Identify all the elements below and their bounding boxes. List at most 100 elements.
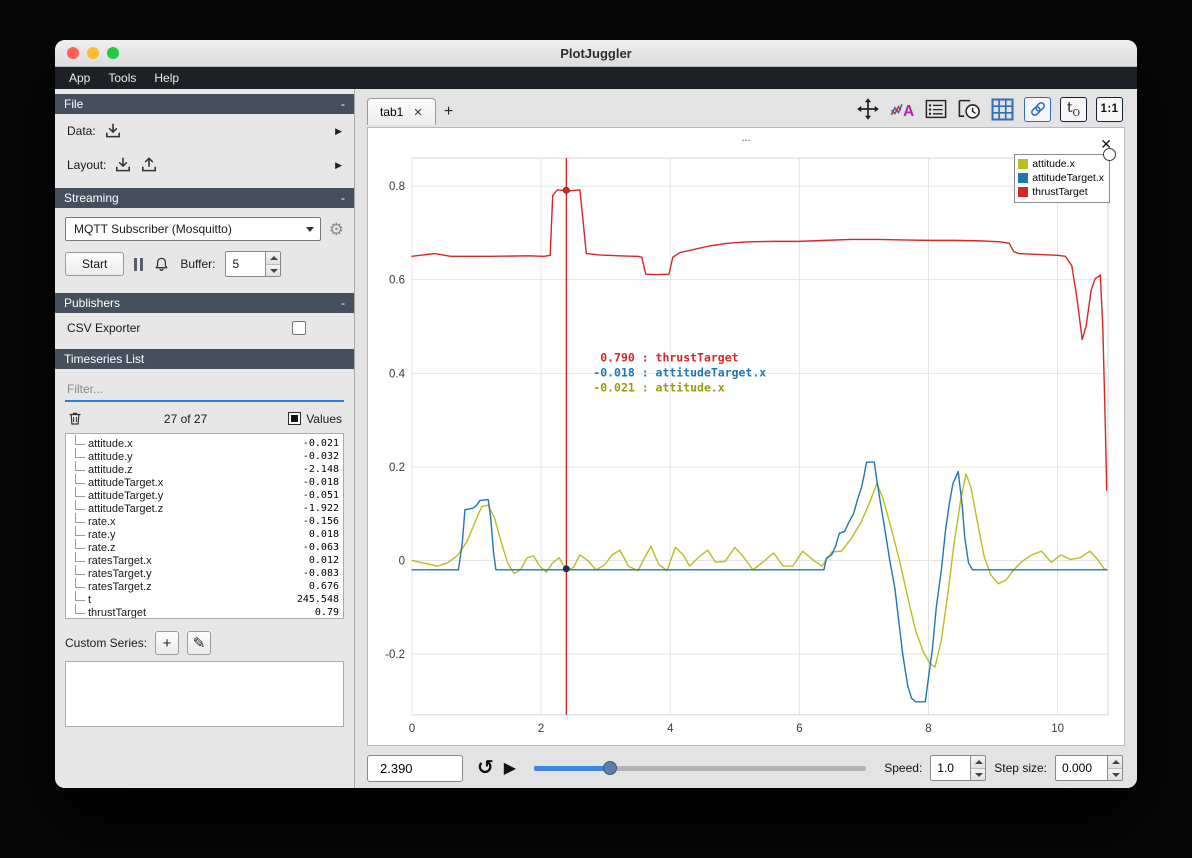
timeseries-item[interactable]: t 245.548 (70, 591, 339, 606)
menu-app[interactable]: App (61, 69, 98, 87)
time-tracker-icon[interactable] (957, 97, 981, 121)
timeseries-item[interactable]: rate.x -0.156 (70, 513, 339, 528)
collapse-icon[interactable]: - (341, 191, 345, 205)
timeseries-item[interactable]: ratesTarget.x 0.012 (70, 552, 339, 567)
legend-swatch (1018, 159, 1029, 169)
svg-text:0.2: 0.2 (389, 462, 405, 474)
timeseries-section-title: Timeseries List (64, 352, 145, 366)
menu-tools[interactable]: Tools (100, 69, 144, 87)
custom-series-list[interactable] (65, 661, 344, 727)
layout-expand-chevron[interactable]: ▶ (335, 160, 342, 171)
timeseries-toolbar: 27 of 27 Values (55, 402, 354, 433)
tab-tab1[interactable]: tab1 ✕ (367, 98, 436, 125)
svg-text:-0.021 : attitude.x: -0.021 : attitude.x (593, 381, 724, 395)
streaming-source-select[interactable]: MQTT Subscriber (Mosquitto) (65, 217, 321, 241)
layout-row: Layout: ▶ (55, 148, 354, 182)
legend-entry[interactable]: attitudeTarget.x (1018, 171, 1104, 185)
streaming-section-header[interactable]: Streaming - (55, 188, 354, 208)
timeseries-item[interactable]: rate.y 0.018 (70, 526, 339, 541)
maximize-window-button[interactable] (107, 47, 119, 59)
loop-icon[interactable]: ↺ (477, 758, 494, 778)
plot-close-icon[interactable]: ✕ (1100, 136, 1112, 153)
buffer-spinner[interactable]: 5 (225, 251, 282, 277)
file-section-header[interactable]: File - (55, 94, 354, 114)
speed-value[interactable]: 1.0 (930, 755, 971, 781)
buffer-value[interactable]: 5 (225, 251, 266, 277)
plot-chart[interactable]: 0 2 4 6 8 10 -0.2 0 0.2 0.4 0.6 0.8 0.790 : thrustT… (368, 146, 1124, 745)
values-toggle[interactable]: Values (288, 412, 342, 426)
timeseries-item[interactable]: attitudeTarget.y -0.051 (70, 487, 339, 502)
gear-icon[interactable]: ⚙ (329, 221, 344, 238)
bell-icon[interactable] (153, 256, 170, 273)
minimize-window-button[interactable] (87, 47, 99, 59)
add-tab-button[interactable]: + (436, 103, 462, 125)
timeseries-item[interactable]: attitudeTarget.z -1.922 (70, 500, 339, 515)
time-slider[interactable] (534, 760, 867, 776)
svg-text:4: 4 (667, 723, 674, 735)
plot-title: ... (741, 132, 751, 144)
timeseries-item[interactable]: attitude.x -0.021 (70, 435, 339, 450)
start-button[interactable]: Start (65, 252, 125, 276)
streaming-section-title: Streaming (64, 191, 119, 205)
save-layout-icon[interactable] (140, 156, 158, 174)
timeseries-section-header[interactable]: Timeseries List (55, 349, 354, 369)
time-offset-button[interactable]: tO (1060, 96, 1087, 122)
publishers-section-title: Publishers (64, 296, 121, 310)
link-axes-icon[interactable] (1024, 96, 1051, 122)
collapse-icon[interactable]: - (341, 97, 345, 111)
csv-exporter-label: CSV Exporter (67, 321, 141, 335)
svg-text:0: 0 (409, 723, 415, 735)
close-window-button[interactable] (67, 47, 79, 59)
edit-custom-series-button[interactable]: ✎ (187, 631, 212, 655)
sidebar: File - Data: ▶ Layout: ▶ Streaming - MQT… (55, 89, 355, 788)
values-checkbox[interactable] (288, 412, 302, 425)
publishers-section-header[interactable]: Publishers - (55, 293, 354, 313)
svg-text:8: 8 (925, 723, 931, 735)
plot-panel[interactable]: ... ✕ attitude.x attitudeTarget.x thrust… (367, 127, 1125, 746)
tab-close-icon[interactable]: ✕ (413, 106, 422, 119)
collapse-icon[interactable]: - (341, 296, 345, 310)
step-size-label: Step size: (994, 761, 1047, 775)
step-size-spinner[interactable]: 0.000 (1055, 755, 1123, 781)
csv-exporter-checkbox[interactable] (292, 321, 306, 335)
timeseries-item[interactable]: ratesTarget.y -0.083 (70, 565, 339, 580)
timeseries-item[interactable]: thrustTarget 0.79 (70, 604, 339, 618)
timeseries-item[interactable]: attitudeTarget.x -0.018 (70, 474, 339, 489)
streaming-source-value: MQTT Subscriber (Mosquitto) (74, 222, 232, 236)
filter-input[interactable] (65, 378, 344, 402)
grid-view-icon[interactable] (990, 97, 1015, 122)
transport-bar: 2.390 ↺ ▶ Speed: 1.0 Step size: 0.000 (355, 752, 1137, 788)
titlebar: PlotJuggler (55, 40, 1137, 67)
timeseries-list: attitude.x -0.021 attitude.y -0.032 attitu… (65, 433, 344, 619)
load-data-icon[interactable] (104, 122, 122, 140)
timeseries-item[interactable]: rate.z -0.063 (70, 539, 339, 554)
timeseries-item[interactable]: attitude.z -2.148 (70, 461, 339, 476)
load-layout-icon[interactable] (114, 156, 132, 174)
slider-handle[interactable] (603, 761, 618, 775)
spinner-arrows[interactable] (970, 755, 987, 781)
svg-text:0.8: 0.8 (389, 181, 405, 193)
spinner-arrows[interactable] (1107, 755, 1123, 781)
spinner-arrows[interactable] (265, 251, 282, 277)
timeseries-item[interactable]: ratesTarget.z 0.676 (70, 578, 339, 593)
menu-help[interactable]: Help (146, 69, 187, 87)
add-custom-series-button[interactable]: + (155, 631, 180, 655)
speed-spinner[interactable]: 1.0 (930, 755, 987, 781)
timeseries-item[interactable]: attitude.y -0.032 (70, 448, 339, 463)
legend-entry[interactable]: attitude.x (1018, 157, 1104, 171)
pan-zoom-icon[interactable] (856, 97, 880, 121)
curve-style-icon[interactable]: A (889, 97, 915, 121)
play-icon[interactable]: ▶ (504, 758, 516, 778)
traffic-lights (67, 47, 119, 59)
legend-swatch (1018, 187, 1029, 197)
current-time-field[interactable]: 2.390 (367, 754, 463, 782)
step-size-value[interactable]: 0.000 (1055, 755, 1107, 781)
data-expand-chevron[interactable]: ▶ (335, 126, 342, 137)
streaming-source-row: MQTT Subscriber (Mosquitto) ⚙ (55, 208, 354, 245)
list-view-icon[interactable] (924, 97, 948, 121)
ratio-button[interactable]: 1:1 (1096, 96, 1123, 122)
legend-entry[interactable]: thrustTarget (1018, 185, 1104, 199)
svg-text:-0.018 : attitudeTarget.x: -0.018 : attitudeTarget.x (593, 366, 766, 380)
trash-icon[interactable] (67, 410, 83, 427)
pause-icon[interactable] (134, 257, 144, 271)
